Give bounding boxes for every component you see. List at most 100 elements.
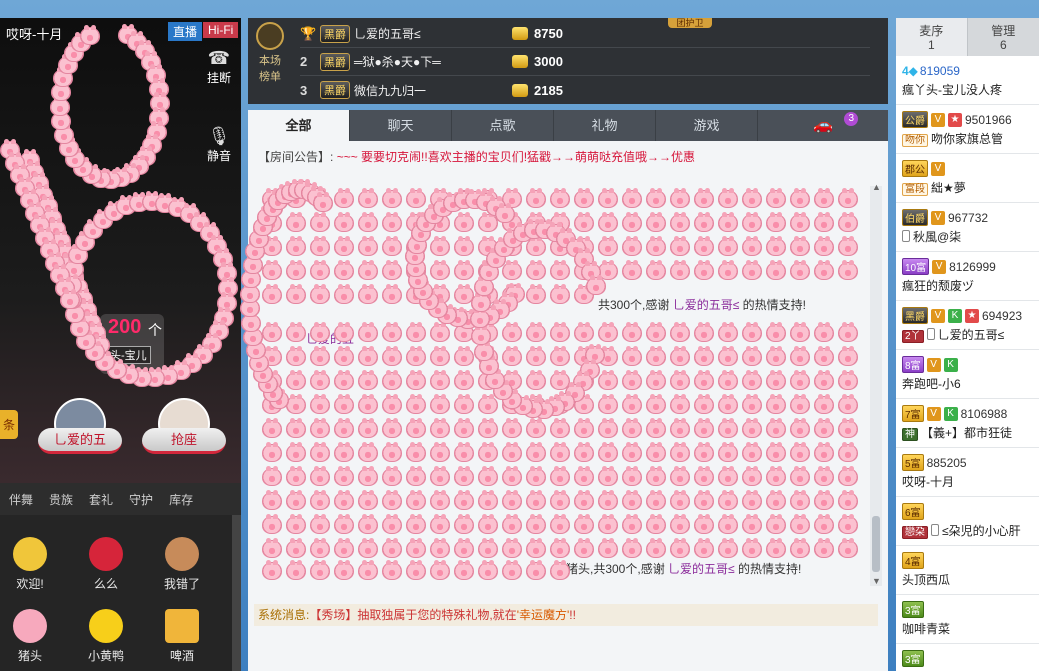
gift-tab[interactable]: 伴舞: [2, 491, 40, 508]
user-list-item[interactable]: 黑爵 V K ★ 694923 2丫 乚爱的五哥≤: [896, 301, 1039, 350]
announcement-text[interactable]: ~~~ 要要切克闹!!喜欢主播的宝贝们!猛戳→→萌萌哒充值哦→→优惠: [337, 150, 695, 164]
user-list-item[interactable]: 6富 戀朶 ≤朶児的小心肝: [896, 497, 1039, 546]
user-id: 694923: [982, 308, 1023, 323]
tab-mic-queue[interactable]: 麦序 1: [896, 18, 968, 56]
crest-icon: [256, 22, 284, 50]
hifi-badge[interactable]: Hi-Fi: [203, 22, 239, 38]
user-list-item[interactable]: 3富: [896, 644, 1039, 671]
gift-label: 么么: [93, 577, 118, 591]
side-tag[interactable]: 条: [0, 410, 19, 439]
user-level-badge: 公爵: [902, 111, 928, 128]
rank-row[interactable]: 🏆 黑爵 乚爱的五哥≤ 8750: [300, 20, 870, 48]
user-name[interactable]: 奔跑吧-小6: [902, 377, 961, 391]
rank-user[interactable]: 乚爱的五哥≤: [354, 25, 504, 42]
v-badge-icon: V: [931, 210, 945, 225]
seat-left-button[interactable]: 乚爱的五: [38, 428, 122, 454]
user-name[interactable]: 咖啡青菜: [902, 622, 950, 636]
gift-tab[interactable]: 守护: [122, 491, 160, 508]
system-text: 【秀场】抽取独属于您的特殊礼物,就在: [309, 608, 517, 622]
user-name[interactable]: 瘋狂的颓废ヅ: [902, 279, 974, 293]
v-badge-icon: V: [931, 308, 945, 323]
rank-user[interactable]: ═狱●杀●天●下═: [354, 53, 504, 70]
grab-seat-button[interactable]: 抢座: [142, 428, 226, 454]
rank-user[interactable]: 微信九九归一: [354, 82, 504, 99]
chat-username[interactable]: 乚爱的五哥≤: [668, 562, 735, 576]
system-text-end: !!: [569, 608, 576, 622]
chat-scrollbar[interactable]: ▲ ▼: [870, 182, 882, 586]
user-list-item[interactable]: 郡公 V 富段 絀★夢: [896, 154, 1039, 203]
gift-item[interactable]: 欢迎!: [0, 537, 60, 592]
rank-crest[interactable]: 本场榜单: [254, 20, 286, 96]
tab-vehicle[interactable]: 🚗 3: [758, 110, 888, 141]
user-name[interactable]: 秋風@柒: [913, 230, 961, 244]
hangup-button[interactable]: ☎ 挂断: [201, 48, 237, 86]
thanks-suffix: 的热情支持!: [742, 298, 806, 312]
user-list-item[interactable]: 5富 885205 哎呀-十月: [896, 448, 1039, 497]
k-badge-icon: K: [948, 308, 962, 323]
mute-label: 静音: [206, 149, 231, 163]
user-list-item[interactable]: 公爵 V ★ 9501966 吻你 吻你家旗总管: [896, 105, 1039, 154]
video-stream[interactable]: 哎呀-十月 直播 Hi-Fi ☎ 挂断 🎙 静音 200 个 头-宝儿 条 乚爱…: [0, 18, 241, 483]
live-badge[interactable]: 直播: [168, 22, 203, 41]
rank-row[interactable]: 3 黑爵 微信九九归一 2185: [300, 76, 870, 104]
user-list-item[interactable]: 4富头顶西瓜: [896, 546, 1039, 595]
gift-tabs: 伴舞 贵族 套礼 守护 库存: [0, 483, 241, 515]
gift-item[interactable]: 啤酒: [152, 609, 212, 664]
user-name[interactable]: 吻你家旗总管: [931, 132, 1003, 146]
coin-icon: [512, 55, 528, 68]
user-level-badge: 4富: [902, 552, 924, 569]
user-badges: 10富 V 8126999: [902, 258, 1039, 275]
user-name-row: 神【義+】都市狂徒: [902, 424, 1039, 441]
mute-button[interactable]: 🎙 静音: [201, 126, 237, 164]
user-name[interactable]: 【義+】都市狂徒: [921, 426, 1012, 440]
user-name[interactable]: 絀★夢: [931, 181, 966, 195]
user-name[interactable]: 乚爱的五哥≤: [938, 328, 1005, 342]
gift-tab[interactable]: 贵族: [42, 491, 80, 508]
scroll-thumb[interactable]: [872, 516, 880, 572]
gift-tab[interactable]: 库存: [162, 491, 200, 508]
user-list-item[interactable]: 8富 V K 奔跑吧-小6: [896, 350, 1039, 399]
tab-admin[interactable]: 管理 6: [968, 18, 1039, 56]
user-badges: 郡公 V: [902, 160, 1039, 177]
scroll-down-icon[interactable]: ▼: [872, 576, 881, 586]
tab-song[interactable]: 点歌: [452, 110, 554, 141]
chat-username[interactable]: 乚爱的五哥≤: [673, 298, 740, 312]
rank-row[interactable]: 2 黑爵 ═狱●杀●天●下═ 3000: [300, 48, 870, 76]
vip-badge: 黑爵: [320, 24, 350, 43]
users-tabs: 麦序 1 管理 6: [896, 18, 1039, 56]
gift-item[interactable]: 我错了: [152, 537, 212, 592]
user-list-item[interactable]: 10富 V 8126999 瘋狂的颓废ヅ: [896, 252, 1039, 301]
user-name[interactable]: 瘋丫头-宝儿没人疼: [902, 83, 1002, 97]
chat-username[interactable]: 乚爱的五: [306, 332, 354, 346]
star-badge-icon: ★: [948, 112, 962, 127]
user-badges: 公爵 V ★ 9501966: [902, 111, 1039, 128]
user-name[interactable]: 哎呀-十月: [902, 475, 954, 489]
lucky-cube-link[interactable]: '幸运魔方': [517, 608, 570, 622]
user-list-item[interactable]: 伯爵 V 967732 秋風@柒: [896, 203, 1039, 252]
chat-messages: 共300个,感谢 乚爱的五哥≤ 的热情支持! 乚爱的五 猪头,共300个,感谢 …: [256, 180, 856, 600]
gift-scrollbar[interactable]: [232, 515, 241, 671]
user-tag: 富段: [902, 183, 928, 196]
user-level-badge: 3富: [902, 650, 924, 667]
v-badge-icon: V: [932, 259, 947, 274]
gift-item[interactable]: 么么: [76, 537, 136, 592]
tab-all[interactable]: 全部: [248, 110, 350, 141]
scroll-up-icon[interactable]: ▲: [872, 182, 881, 192]
user-name[interactable]: 头顶西瓜: [902, 573, 950, 587]
user-name[interactable]: ≤朶児的小心肝: [942, 524, 1021, 538]
user-level-badge: 郡公: [902, 160, 928, 177]
thanks-suffix: 的热情支持!: [737, 562, 802, 576]
user-list-item[interactable]: 3富 咖啡青菜: [896, 595, 1039, 644]
tab-gift[interactable]: 礼物: [554, 110, 656, 141]
system-label: 系统消息:: [258, 608, 310, 622]
gift-item[interactable]: 小黄鸭: [76, 609, 136, 664]
user-name-row: 2丫 乚爱的五哥≤: [902, 326, 1039, 343]
gift-item[interactable]: 猪头: [0, 609, 60, 664]
tab-game[interactable]: 游戏: [656, 110, 758, 141]
gift-tab[interactable]: 套礼: [82, 491, 120, 508]
user-list-item[interactable]: 4◆ 819059 瘋丫头-宝儿没人疼: [896, 56, 1039, 105]
tab-chat[interactable]: 聊天: [350, 110, 452, 141]
gift-label: 我错了: [163, 577, 200, 591]
thanks-prefix: 猪头,共300个,感谢: [566, 562, 665, 576]
user-list-item[interactable]: 7富 V K 8106988 神【義+】都市狂徒: [896, 399, 1039, 448]
